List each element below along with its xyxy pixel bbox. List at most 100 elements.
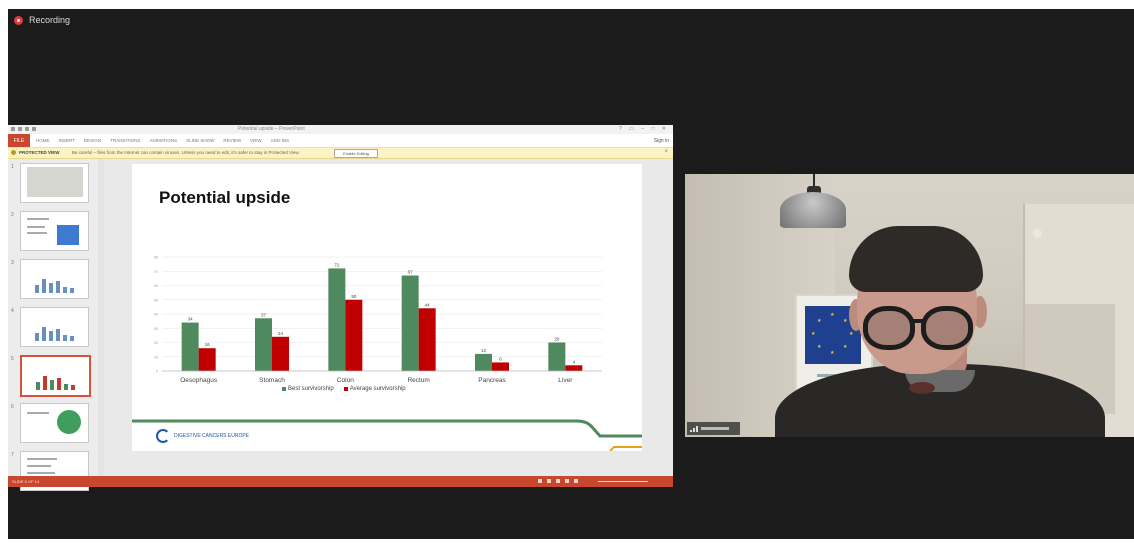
ppt-status-bar: SLIDE 5 OF 14 <box>8 476 673 487</box>
thumbnail-image <box>27 167 83 197</box>
thumbnail-bar <box>64 384 68 390</box>
data-label: 24 <box>278 331 284 336</box>
thumbnail-text-line <box>27 412 49 414</box>
y-tick-label: 60 <box>154 284 158 288</box>
thumbnail-bar <box>57 378 61 390</box>
slide-thumbnail[interactable] <box>20 307 89 347</box>
data-label: 34 <box>188 317 194 322</box>
y-tick-label: 40 <box>154 313 158 317</box>
window-title: Potential upside – PowerPoint <box>238 126 305 132</box>
slide-thumbnail-panel[interactable]: 1 2 3 4 5 6 7 <box>8 159 98 491</box>
bar <box>475 353 492 371</box>
data-label: 6 <box>499 356 502 361</box>
data-label: 16 <box>205 342 211 347</box>
ppt-titlebar: Potential upside – PowerPoint ? ▭ – □ ✕ <box>8 125 673 134</box>
ribbon-tab[interactable]: INSERT <box>59 138 75 143</box>
thumbnail-number: 7 <box>11 452 14 458</box>
ppt-app-icon <box>11 127 15 131</box>
y-tick-label: 80 <box>154 256 158 260</box>
thumbnail-map <box>57 225 79 245</box>
ribbon-tab[interactable]: ADD-INS <box>271 138 290 143</box>
ribbon-tab[interactable]: ANIMATIONS <box>149 138 177 143</box>
ribbon-tab[interactable]: REVIEW <box>223 138 241 143</box>
file-tab[interactable]: FILE <box>8 134 30 147</box>
thumbnail-bar <box>50 380 54 390</box>
thumbnail-bar <box>49 283 53 293</box>
legend-label: Average survivorship <box>349 386 406 392</box>
ribbon-tab[interactable]: TRANSITIONS <box>110 138 140 143</box>
redo-icon[interactable] <box>32 127 36 131</box>
legend-item: Average survivorship <box>343 386 406 392</box>
bar <box>565 365 583 371</box>
legend-label: Best survivorship <box>288 386 334 392</box>
thumbnail-text-line <box>27 226 45 228</box>
slideshow-icon[interactable] <box>574 479 578 483</box>
normal-view-icon[interactable] <box>556 479 560 483</box>
participant-video[interactable]: ★ ★ ★ ★ ★ ★ ★ ★ <box>685 174 1134 437</box>
bar <box>198 348 216 371</box>
bar-chart: 0 10 20 30 40 50 60 70 80 34 16 Oesophagus 37 24 Stoma… <box>132 256 642 451</box>
bar <box>272 336 289 371</box>
ribbon-tab-list: HOME INSERT DESIGN TRANSITIONS ANIMATIONS SLI… <box>36 138 289 143</box>
thumbnail-number: 1 <box>11 164 14 170</box>
thumbnail-bar <box>35 333 39 341</box>
view-buttons[interactable] <box>538 479 578 483</box>
ribbon-tab[interactable]: VIEW <box>250 138 262 143</box>
thumbnail-bar <box>70 288 74 293</box>
slide-counter: SLIDE 5 OF 14 <box>12 479 40 484</box>
meeting-window: Recording Potential upside – PowerPoint … <box>8 9 1134 539</box>
quick-access-toolbar[interactable] <box>11 127 36 131</box>
thumbnail-bar <box>56 281 60 293</box>
category-label: Stomach <box>259 377 285 384</box>
sorter-view-icon[interactable] <box>565 479 569 483</box>
slide-thumbnail[interactable] <box>20 403 89 443</box>
window-controls[interactable]: ? ▭ – □ ✕ <box>619 126 669 132</box>
enable-editing-button[interactable]: Enable Editing <box>334 149 378 158</box>
category-label: Pancreas <box>478 377 506 384</box>
thumbnail-graphic <box>57 410 81 434</box>
slide-thumbnail[interactable] <box>20 211 89 251</box>
protected-view-bar: PROTECTED VIEW Be careful – files from t… <box>8 148 673 159</box>
ribbon-tab[interactable]: SLIDE SHOW <box>186 138 214 143</box>
recording-label: Recording <box>29 15 71 25</box>
bar <box>255 318 272 371</box>
y-tick-label: 50 <box>154 298 158 302</box>
comments-icon[interactable] <box>547 479 551 483</box>
logo-icon <box>156 429 170 443</box>
thumbnail-text-line <box>27 472 55 474</box>
slide-thumbnail[interactable] <box>20 355 91 397</box>
ribbon-tab[interactable]: DESIGN <box>84 138 101 143</box>
sign-in-link[interactable]: Sign in <box>654 138 669 144</box>
data-label: 44 <box>425 302 431 307</box>
y-tick-label: 70 <box>154 270 158 274</box>
thumbnail-bar <box>63 335 67 341</box>
data-label: 37 <box>261 312 267 317</box>
save-icon[interactable] <box>18 127 22 131</box>
bar <box>401 275 419 371</box>
y-tick-label: 20 <box>154 341 158 345</box>
ribbon-tabs: FILE HOME INSERT DESIGN TRANSITIONS ANIMATIO… <box>8 134 673 148</box>
undo-icon[interactable] <box>25 127 29 131</box>
bar <box>548 342 566 371</box>
glasses-bridge <box>912 319 924 323</box>
thumbnail-bar <box>49 331 53 341</box>
pendant-lamp <box>780 192 846 228</box>
close-icon[interactable]: × <box>664 149 668 155</box>
thumbnail-bar <box>71 385 75 390</box>
thumbnail-bar <box>63 287 67 293</box>
data-label: 12 <box>481 348 487 353</box>
notes-icon[interactable] <box>538 479 542 483</box>
thumbnail-number: 2 <box>11 212 14 218</box>
slide-logo: DIGESTIVE CANCERS EUROPE <box>156 429 249 443</box>
zoom-slider[interactable] <box>598 481 648 482</box>
recording-indicator: Recording <box>14 15 70 25</box>
thumbnail-number: 6 <box>11 404 14 410</box>
slide-thumbnail[interactable] <box>20 163 89 203</box>
ribbon-tab[interactable]: HOME <box>36 138 50 143</box>
category-label: Oesophagus <box>180 377 218 384</box>
slide-editor-area[interactable]: Potential upside 0 10 20 30 40 50 60 70 80 34 16 Oe… <box>104 159 673 476</box>
thumbnail-text-line <box>27 458 57 460</box>
slide-thumbnail[interactable] <box>20 259 89 299</box>
shared-screen[interactable]: Potential upside – PowerPoint ? ▭ – □ ✕ … <box>8 125 673 491</box>
bar <box>492 362 509 371</box>
